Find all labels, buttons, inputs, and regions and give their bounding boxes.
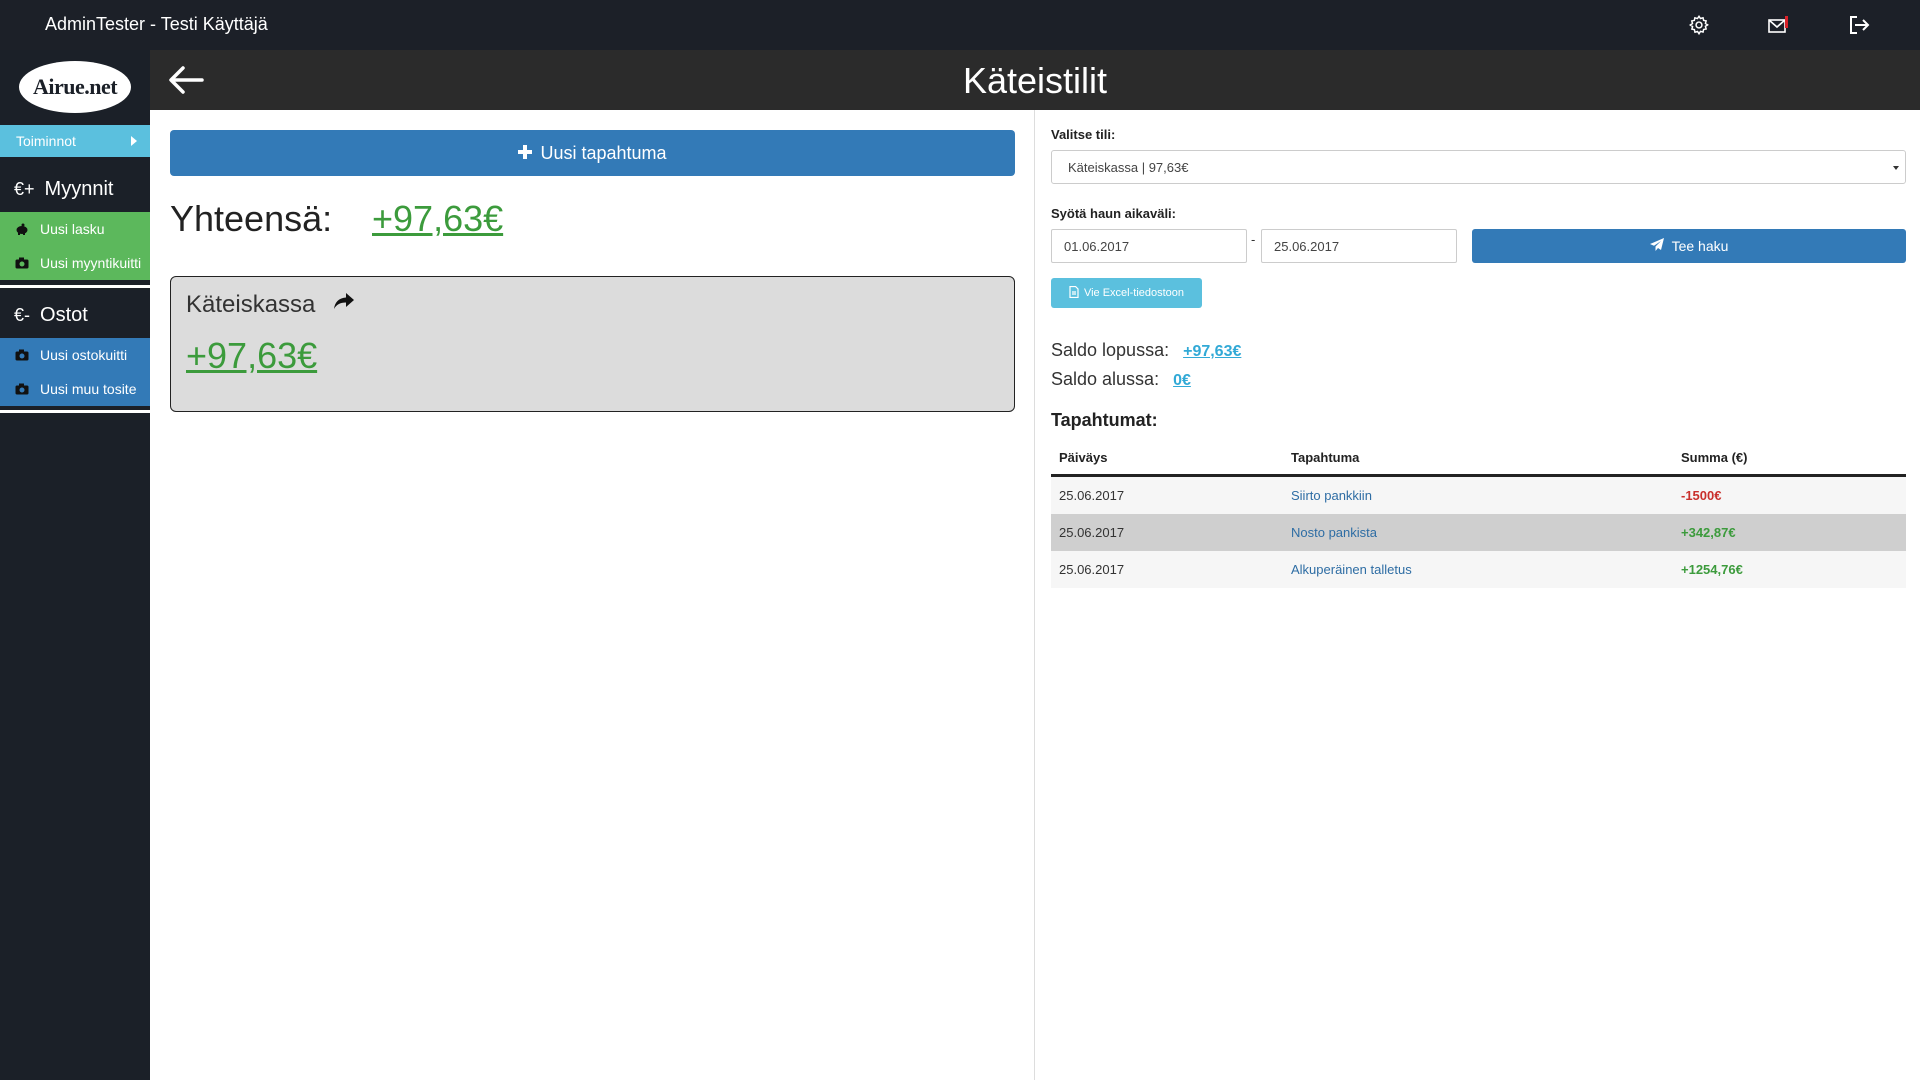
plus-icon	[518, 143, 533, 164]
left-panel: Uusi tapahtuma Yhteensä: +97,63€ Käteisk…	[150, 110, 1035, 1080]
sidebar-item-uusi-myyntikuitti[interactable]: Uusi myyntikuitti	[0, 246, 150, 280]
row-amount: -1500€	[1681, 488, 1722, 503]
search-button[interactable]: Tee haku	[1472, 229, 1906, 263]
sidebar-item-uusi-lasku[interactable]: Uusi lasku	[0, 212, 150, 246]
back-arrow-icon[interactable]	[166, 62, 206, 98]
logo[interactable]: Airue.net	[19, 61, 131, 113]
column-header-amount[interactable]: Summa (€)	[1673, 450, 1906, 465]
top-bar: AdminTester - Testi Käyttäjä	[0, 0, 1920, 50]
select-account-label: Valitse tili:	[1051, 127, 1116, 142]
purchases-section-title: €- Ostot	[0, 300, 150, 330]
export-excel-label: Vie Excel-tiedostoon	[1083, 287, 1185, 299]
sidebar-item-label: Uusi myyntikuitti	[40, 255, 142, 271]
sales-section-title: €+ Myynnit	[0, 174, 150, 204]
saldo-end: Saldo lopussa: +97,63€	[1051, 340, 1241, 361]
column-header-date[interactable]: Päiväys	[1051, 450, 1283, 465]
logout-icon[interactable]	[1846, 12, 1872, 38]
sidebar-item-uusi-ostokuitti[interactable]: Uusi ostokuitti	[0, 338, 150, 372]
share-icon[interactable]	[333, 291, 355, 313]
camera-icon	[14, 349, 30, 361]
sidebar-divider	[0, 410, 150, 413]
saldo-start: Saldo alussa: 0€	[1051, 369, 1191, 390]
gear-icon[interactable]	[1686, 12, 1712, 38]
camera-icon	[14, 257, 30, 269]
mail-icon[interactable]	[1766, 12, 1792, 38]
sidebar-item-label: Uusi ostokuitti	[40, 347, 128, 363]
page-header: Käteistilit	[150, 50, 1920, 110]
row-date: 25.06.2017	[1059, 525, 1125, 540]
camera-icon	[14, 383, 30, 395]
account-card[interactable]: Käteiskassa +97,63€	[170, 276, 1015, 412]
new-event-label: Uusi tapahtuma	[540, 142, 667, 163]
sidebar-item-label: Uusi muu tosite	[40, 381, 137, 397]
piggy-bank-icon	[14, 223, 30, 235]
right-panel: Valitse tili: Käteiskassa | 97,63€ Syötä…	[1036, 110, 1920, 1080]
total-label: Yhteensä:	[170, 198, 333, 239]
sidebar-divider	[0, 285, 150, 288]
export-excel-button[interactable]: Vie Excel-tiedostoon	[1051, 278, 1202, 308]
toiminnot-button[interactable]: Toiminnot	[0, 125, 150, 157]
row-event-link[interactable]: Siirto pankkiin	[1291, 488, 1372, 503]
file-icon	[1069, 285, 1079, 301]
purchases-title: Ostot	[40, 303, 88, 326]
account-select-value: Käteiskassa | 97,63€	[1068, 159, 1189, 175]
date-range-label: Syötä haun aikaväli:	[1051, 206, 1176, 221]
purchases-currency: €-	[14, 304, 31, 325]
toiminnot-label: Toiminnot	[16, 133, 76, 149]
saldo-end-label: Saldo lopussa:	[1051, 340, 1170, 360]
account-select[interactable]: Käteiskassa | 97,63€	[1051, 150, 1906, 184]
sidebar-item-label: Uusi lasku	[40, 221, 105, 237]
events-table: Päiväys Tapahtuma Summa (€) 25.06.2017 S…	[1051, 440, 1906, 588]
saldo-start-value[interactable]: 0€	[1173, 372, 1191, 389]
row-amount: +1254,76€	[1681, 562, 1743, 577]
search-button-label: Tee haku	[1671, 238, 1729, 254]
saldo-end-value[interactable]: +97,63€	[1183, 343, 1241, 360]
sidebar: Airue.net Toiminnot €+ Myynnit Uusi lask…	[0, 50, 150, 1080]
row-event-link[interactable]: Nosto pankista	[1291, 525, 1377, 540]
date-from-input[interactable]	[1051, 229, 1247, 263]
total-value[interactable]: +97,63€	[372, 198, 503, 240]
table-header: Päiväys Tapahtuma Summa (€)	[1051, 440, 1906, 477]
table-row[interactable]: 25.06.2017 Nosto pankista +342,87€	[1051, 514, 1906, 551]
table-row[interactable]: 25.06.2017 Siirto pankkiin -1500€	[1051, 477, 1906, 514]
saldo-start-label: Saldo alussa:	[1051, 369, 1160, 389]
date-to-input[interactable]	[1261, 229, 1457, 263]
events-title: Tapahtumat:	[1051, 410, 1158, 430]
user-title: AdminTester - Testi Käyttäjä	[45, 14, 268, 34]
page-title: Käteistilit	[962, 60, 1108, 101]
sales-title: Myynnit	[44, 177, 114, 200]
account-value[interactable]: +97,63€	[186, 335, 317, 377]
table-row[interactable]: 25.06.2017 Alkuperäinen talletus +1254,7…	[1051, 551, 1906, 588]
date-separator: -	[1251, 232, 1256, 247]
column-header-event[interactable]: Tapahtuma	[1283, 450, 1673, 465]
caret-right-icon	[131, 136, 137, 146]
sales-currency: €+	[14, 178, 35, 199]
new-event-button[interactable]: Uusi tapahtuma	[170, 130, 1015, 176]
caret-down-icon	[1893, 166, 1899, 170]
row-date: 25.06.2017	[1059, 562, 1125, 577]
sidebar-item-uusi-muu-tosite[interactable]: Uusi muu tosite	[0, 372, 150, 406]
row-event-link[interactable]: Alkuperäinen talletus	[1291, 562, 1412, 577]
account-name: Käteiskassa	[186, 291, 316, 318]
row-amount: +342,87€	[1681, 525, 1736, 540]
paper-plane-icon	[1649, 238, 1664, 254]
row-date: 25.06.2017	[1059, 488, 1125, 503]
